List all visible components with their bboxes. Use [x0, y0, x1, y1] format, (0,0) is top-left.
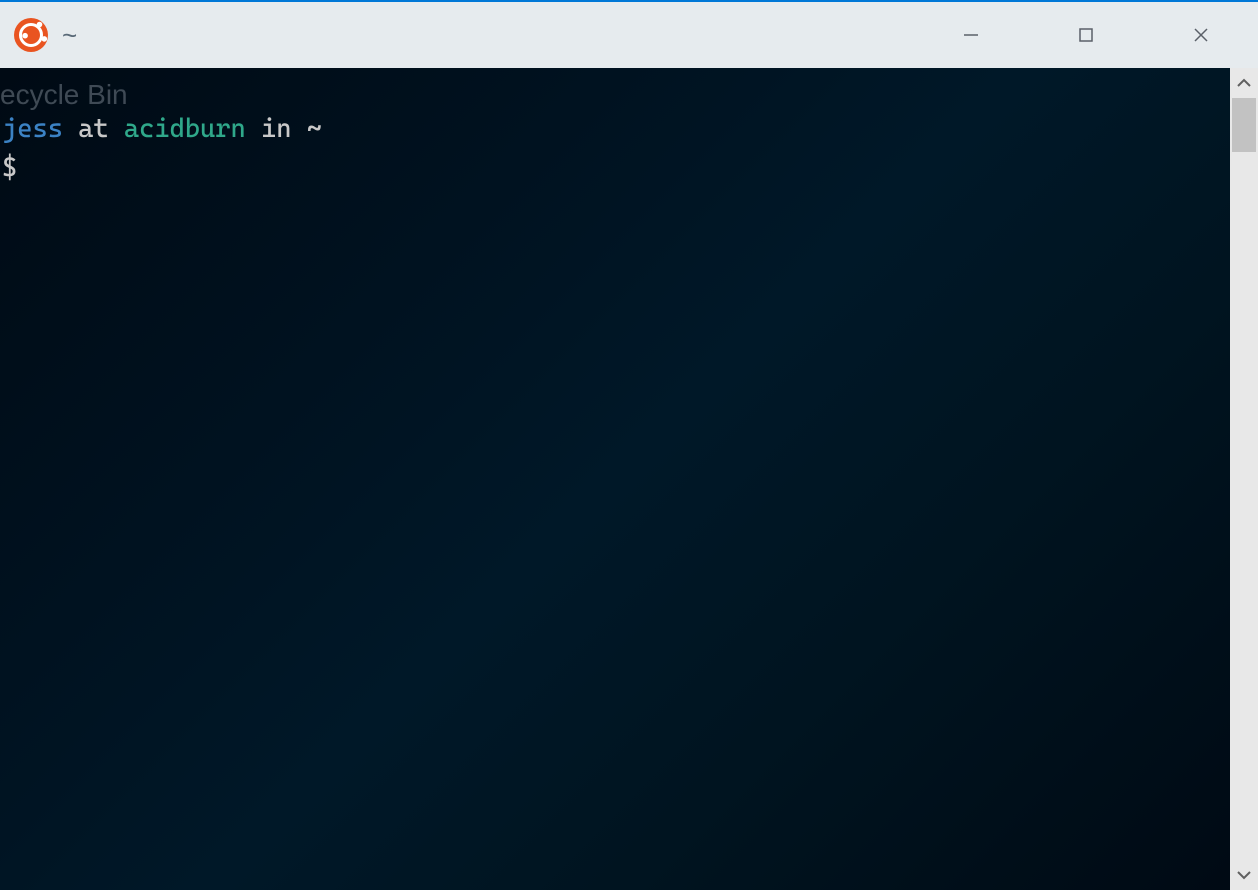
close-icon: [1192, 26, 1210, 44]
titlebar-left: ~: [14, 18, 77, 52]
terminal-body[interactable]: ecycle Bin jess at acidburn in ~ $: [0, 68, 1230, 890]
scrollbar-thumb[interactable]: [1232, 98, 1256, 152]
window-controls: [913, 2, 1258, 68]
terminal-container: ecycle Bin jess at acidburn in ~ $: [0, 68, 1258, 890]
chevron-up-icon: [1235, 76, 1253, 90]
prompt-in: in: [246, 114, 307, 144]
prompt-user: jess: [2, 114, 63, 144]
prompt-at: at: [63, 114, 124, 144]
ubuntu-icon: [14, 18, 48, 52]
window-titlebar: ~: [0, 0, 1258, 68]
scroll-up-button[interactable]: [1230, 68, 1258, 98]
minimize-button[interactable]: [913, 2, 1028, 68]
prompt-input-line: $: [0, 149, 1230, 188]
chevron-down-icon: [1235, 868, 1253, 882]
prompt-host: acidburn: [124, 114, 246, 144]
prompt-symbol: $: [0, 153, 17, 183]
prompt-context-line: jess at acidburn in ~: [0, 110, 1230, 149]
desktop-showthrough-text: ecycle Bin: [0, 74, 128, 116]
window-title: ~: [62, 20, 77, 51]
scroll-down-button[interactable]: [1230, 860, 1258, 890]
vertical-scrollbar[interactable]: [1230, 68, 1258, 890]
maximize-button[interactable]: [1028, 2, 1143, 68]
close-button[interactable]: [1143, 2, 1258, 68]
maximize-icon: [1077, 26, 1095, 44]
minimize-icon: [962, 26, 980, 44]
prompt-path: ~: [307, 114, 322, 144]
